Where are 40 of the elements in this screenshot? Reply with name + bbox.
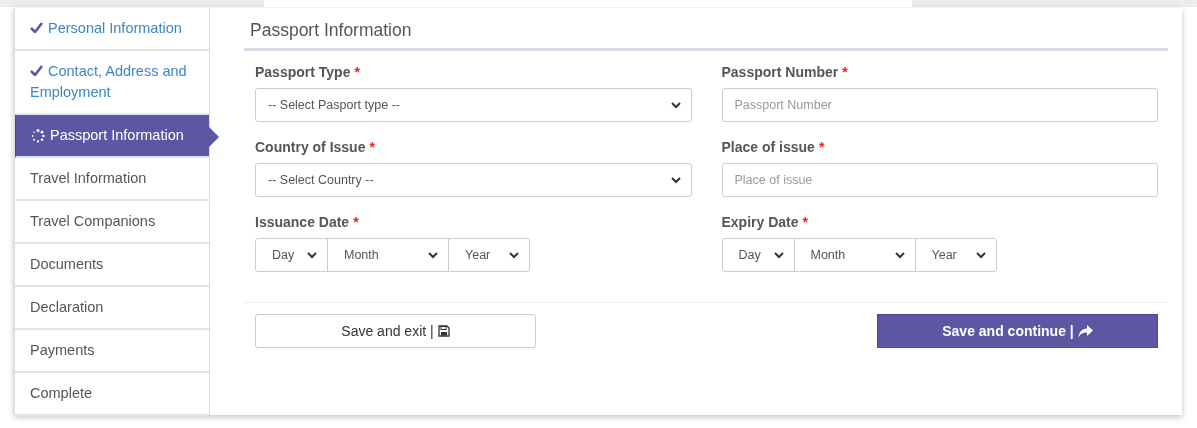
required-mark: *: [369, 139, 375, 155]
field-label: Place of issue: [721, 139, 815, 155]
pointer-arrow-icon: [209, 126, 219, 147]
save-continue-button[interactable]: Save and continue |: [877, 314, 1158, 348]
select-field[interactable]: Year: [448, 238, 530, 272]
chevron-down-icon: [894, 251, 905, 259]
check-icon: [30, 22, 43, 33]
chevron-down-icon: [975, 251, 986, 259]
required-mark: *: [842, 64, 848, 80]
sidebar-step[interactable]: Personal Information: [15, 8, 209, 51]
select-field[interactable]: -- Select Country --: [255, 163, 692, 197]
chevron-down-icon: [428, 251, 438, 259]
select-field[interactable]: Month: [327, 238, 449, 272]
chevron-down-icon: [670, 101, 681, 109]
required-mark: *: [802, 214, 808, 230]
save-exit-button[interactable]: Save and exit |: [255, 314, 536, 348]
section-title: Passport Information: [244, 20, 1168, 51]
sidebar-step[interactable]: Passport Information: [15, 115, 209, 158]
field-label: Expiry Date: [721, 214, 799, 230]
share-arrow-icon: [1077, 324, 1093, 338]
chevron-down-icon: [773, 251, 784, 259]
select-field[interactable]: Month: [793, 238, 916, 272]
required-mark: *: [818, 139, 825, 155]
required-mark: *: [354, 64, 360, 80]
required-mark: *: [353, 214, 359, 230]
chevron-down-icon: [307, 251, 317, 259]
chevron-down-icon: [670, 176, 681, 184]
field-label: Passport Number: [721, 64, 839, 80]
field-label: Passport Type: [255, 64, 351, 80]
spinner-icon: [31, 128, 45, 143]
select-field[interactable]: Year: [914, 238, 997, 272]
field-label: Issuance Date: [255, 214, 350, 230]
check-icon: [30, 65, 43, 76]
field-label: Country of Issue: [255, 139, 366, 155]
select-field[interactable]: Day: [255, 238, 328, 272]
chevron-down-icon: [509, 251, 519, 259]
text-field[interactable]: Place of issue: [721, 163, 1158, 197]
text-field[interactable]: Passport Number: [721, 88, 1158, 122]
select-field[interactable]: Day: [721, 238, 795, 272]
select-field[interactable]: -- Select Pasport type --: [255, 88, 692, 122]
